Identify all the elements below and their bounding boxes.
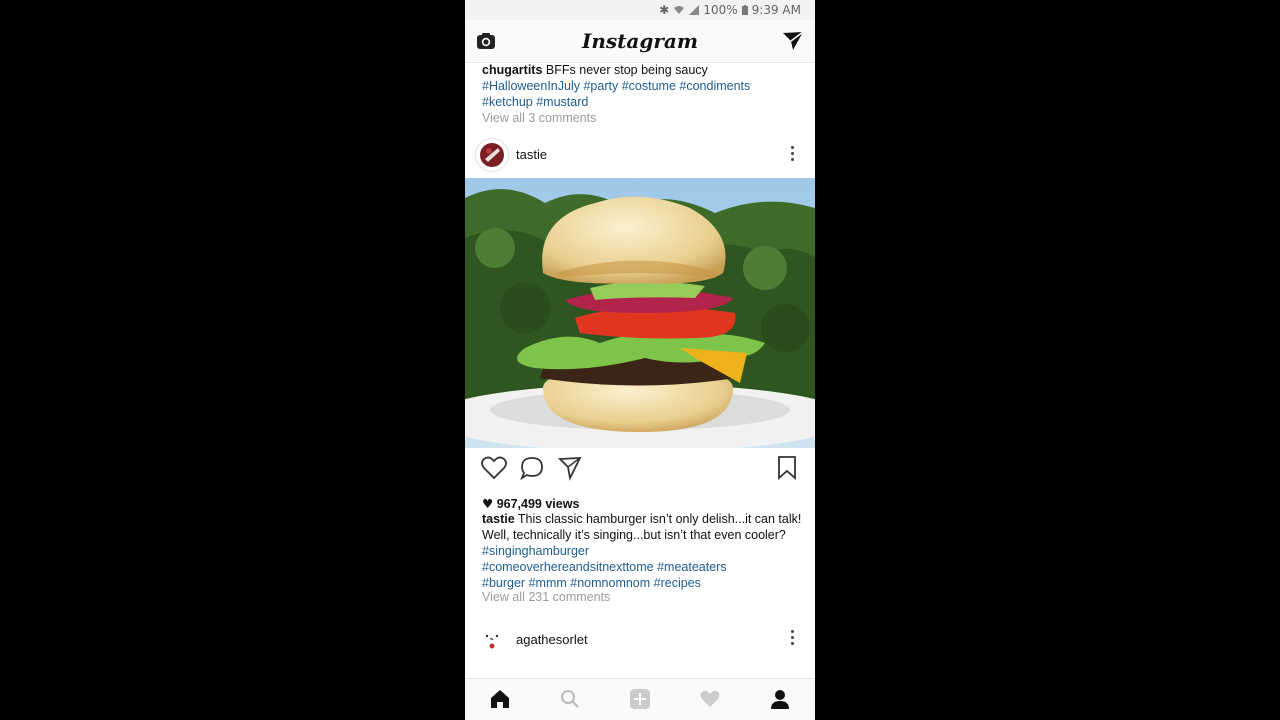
search-icon[interactable] bbox=[559, 688, 581, 710]
caption-text: This classic hamburger isn’t only delish… bbox=[482, 512, 802, 542]
view-count: ♥ 967,499 views bbox=[482, 496, 579, 511]
app-logo: Instagram bbox=[582, 29, 698, 53]
post-header: tastie bbox=[465, 138, 815, 178]
direct-send-icon[interactable] bbox=[781, 29, 805, 53]
caption-username[interactable]: tastie bbox=[482, 512, 515, 526]
share-icon[interactable] bbox=[556, 454, 584, 482]
post-actions bbox=[465, 454, 815, 486]
avatar[interactable] bbox=[475, 138, 509, 172]
hashtag[interactable]: #nomnomnom bbox=[570, 576, 650, 590]
previous-post-caption-text: BFFs never stop being saucy bbox=[545, 63, 708, 77]
activity-heart-icon[interactable] bbox=[699, 688, 721, 710]
profile-icon[interactable] bbox=[769, 688, 791, 710]
previous-post-username[interactable]: chugartits bbox=[482, 63, 542, 77]
hashtag[interactable]: #comeoverhereandsitnexttome bbox=[482, 560, 654, 574]
previous-post-caption: chugartits BFFs never stop being saucy #… bbox=[482, 62, 802, 126]
post-caption: tastie This classic hamburger isn’t only… bbox=[482, 511, 802, 591]
views-text: 967,499 views bbox=[496, 497, 580, 511]
post-media[interactable] bbox=[465, 178, 815, 448]
hashtag[interactable]: #HalloweenInJuly bbox=[482, 79, 580, 93]
avatar-image bbox=[476, 139, 508, 171]
hashtag[interactable]: #recipes bbox=[654, 576, 701, 590]
hashtag[interactable]: #mmm bbox=[529, 576, 567, 590]
next-post-username[interactable]: agathesorlet bbox=[516, 632, 588, 647]
hashtag[interactable]: #burger bbox=[482, 576, 525, 590]
wifi-icon bbox=[674, 6, 685, 14]
hamburger-photo bbox=[465, 178, 815, 448]
post-username[interactable]: tastie bbox=[516, 147, 547, 162]
add-icon[interactable] bbox=[629, 688, 651, 710]
hashtag[interactable]: #meateaters bbox=[657, 560, 726, 574]
bluetooth-icon: ✱ bbox=[659, 3, 670, 17]
avatar[interactable] bbox=[479, 628, 505, 654]
status-indicators: ✱ 100% 9:39 AM bbox=[659, 3, 801, 17]
view-comments-link[interactable]: View all 3 comments bbox=[482, 111, 596, 125]
comment-icon[interactable] bbox=[518, 454, 546, 482]
hashtag[interactable]: #mustard bbox=[536, 95, 588, 109]
next-post-header: agathesorlet bbox=[465, 624, 815, 660]
hashtag[interactable]: #singinghamburger bbox=[482, 544, 589, 558]
hashtag[interactable]: #condiments bbox=[679, 79, 750, 93]
hashtag[interactable]: #party bbox=[583, 79, 618, 93]
phone-screen: ✱ 100% 9:39 AM Instagram chugartits BFFs… bbox=[465, 0, 815, 720]
bookmark-icon[interactable] bbox=[773, 454, 801, 482]
signal-icon bbox=[689, 5, 700, 15]
more-options-icon[interactable] bbox=[789, 630, 795, 648]
more-options-icon[interactable] bbox=[789, 146, 795, 164]
heart-icon[interactable] bbox=[480, 454, 508, 482]
battery-icon bbox=[741, 5, 748, 15]
battery-level: 100% bbox=[703, 3, 738, 17]
feed[interactable]: chugartits BFFs never stop being saucy #… bbox=[465, 62, 815, 678]
view-comments-link[interactable]: View all 231 comments bbox=[482, 590, 610, 604]
hashtag[interactable]: #ketchup bbox=[482, 95, 533, 109]
status-bar: ✱ 100% 9:39 AM bbox=[465, 0, 815, 20]
home-icon[interactable] bbox=[489, 688, 511, 710]
hashtag[interactable]: #costume bbox=[622, 79, 676, 93]
clock: 9:39 AM bbox=[751, 3, 801, 17]
app-header: Instagram bbox=[465, 20, 815, 63]
bottom-navigation bbox=[465, 678, 815, 720]
heart-small-icon: ♥ bbox=[482, 496, 494, 511]
